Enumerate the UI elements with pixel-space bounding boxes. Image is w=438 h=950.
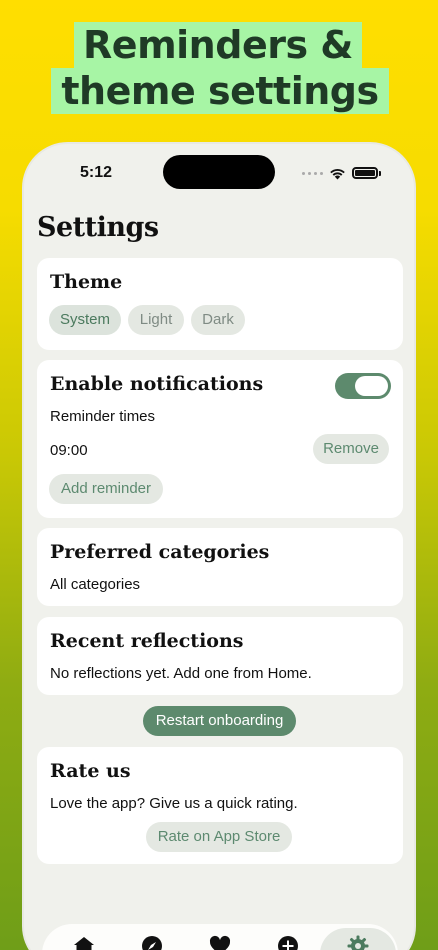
promo-line-1: Reminders &: [74, 22, 362, 68]
add-reminder-button[interactable]: Add reminder: [49, 474, 163, 504]
plus-circle-icon[interactable]: [276, 934, 300, 950]
tab-bar: [42, 924, 398, 950]
reflections-card: Recent reflections No reflections yet. A…: [37, 617, 403, 695]
rate-card: Rate us Love the app? Give us a quick ra…: [37, 747, 403, 864]
theme-option-system[interactable]: System: [49, 305, 121, 335]
categories-title: Preferred categories: [50, 541, 270, 563]
signal-icon: [302, 171, 323, 175]
status-time: 5:12: [80, 164, 113, 181]
rate-title: Rate us: [50, 760, 131, 782]
page-title: Settings: [37, 212, 159, 243]
reminder-time: 09:00: [50, 442, 88, 459]
remove-reminder-button[interactable]: Remove: [313, 434, 389, 464]
promo-line-2: theme settings: [51, 68, 389, 114]
status-icons: [302, 166, 381, 180]
theme-title: Theme: [50, 271, 123, 293]
notifications-card: Enable notifications Reminder times 09:0…: [37, 360, 403, 518]
toggle-knob: [355, 376, 388, 396]
heart-icon[interactable]: [208, 934, 232, 950]
phone-frame: 5:12 Settings Theme System Light Dark En…: [22, 142, 416, 950]
reminder-times-label: Reminder times: [50, 408, 156, 425]
wifi-icon: [330, 168, 345, 179]
home-icon[interactable]: [72, 934, 96, 950]
battery-tip: [379, 170, 381, 176]
rate-app-store-button[interactable]: Rate on App Store: [146, 822, 292, 852]
dynamic-island: [163, 155, 275, 189]
theme-card: Theme System Light Dark: [37, 258, 403, 350]
reflections-empty-text: No reflections yet. Add one from Home.: [50, 665, 312, 682]
notifications-title: Enable notifications: [50, 373, 264, 395]
categories-value: All categories: [50, 576, 141, 593]
theme-option-light[interactable]: Light: [128, 305, 184, 335]
gear-icon[interactable]: [346, 934, 370, 950]
restart-onboarding-button[interactable]: Restart onboarding: [143, 706, 296, 736]
notifications-toggle[interactable]: [335, 373, 391, 399]
theme-option-dark[interactable]: Dark: [191, 305, 245, 335]
battery-icon: [352, 167, 378, 179]
categories-card[interactable]: Preferred categories All categories: [37, 528, 403, 606]
compass-icon[interactable]: [140, 934, 164, 950]
rate-text: Love the app? Give us a quick rating.: [50, 795, 298, 812]
reflections-title: Recent reflections: [50, 630, 244, 652]
